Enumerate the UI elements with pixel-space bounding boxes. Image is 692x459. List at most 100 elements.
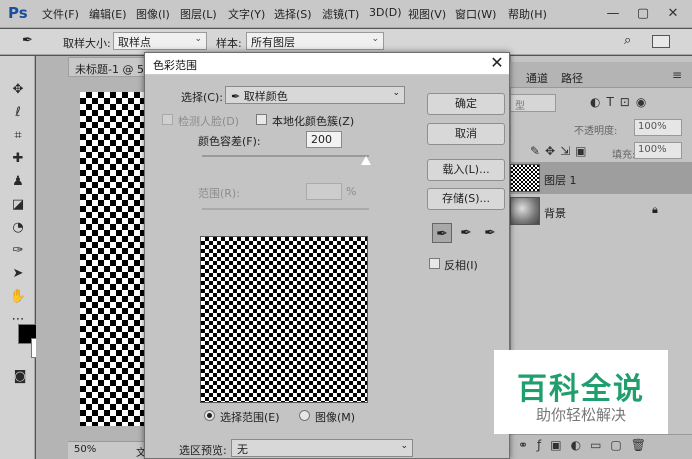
stamp-tool-icon[interactable]: ♟ (9, 173, 27, 191)
ok-button[interactable]: 确定 (427, 93, 505, 115)
sample-size-label: 取样大小: (63, 37, 111, 50)
selection-preview-image (200, 236, 368, 403)
opacity-label: 不透明度: (574, 126, 618, 137)
select-dropdown[interactable]: ✒ 取样颜色 ⌄ (225, 86, 405, 104)
layer-name: 背景 (544, 207, 566, 220)
select-value: 取样颜色 (243, 90, 288, 103)
chevron-down-icon: ⌄ (400, 441, 408, 451)
fuzziness-slider-thumb[interactable] (361, 156, 371, 165)
range-slider-track[interactable] (202, 208, 369, 210)
selection-preview-select[interactable]: 无 ⌄ (231, 439, 413, 457)
layer-kind-filter[interactable]: 型 (510, 94, 556, 112)
detect-faces-checkbox[interactable] (162, 114, 173, 125)
zoom-value: 50% (74, 444, 97, 455)
cancel-button[interactable]: 取消 (427, 123, 505, 145)
menu-type[interactable]: 文字(Y) (228, 6, 265, 22)
document-tab[interactable]: 未标题-1 @ 50 (68, 57, 152, 77)
eyedropper-minus-icon[interactable]: ✒ (480, 223, 500, 243)
layer-row-background[interactable]: 背景 🔒︎ (510, 195, 692, 227)
layer-row-layer1[interactable]: 图层 1 (510, 162, 692, 194)
fill-label: 填充: (612, 150, 636, 161)
lock-icon: 🔒︎ (652, 203, 658, 216)
range-unit: % (346, 185, 357, 198)
menu-edit[interactable]: 编辑(E) (89, 6, 127, 22)
move-tool-icon[interactable]: ✥ (9, 81, 27, 99)
fuzziness-slider-track[interactable] (202, 155, 369, 157)
chevron-down-icon: ⌄ (371, 34, 379, 44)
fuzziness-input[interactable]: 200 (306, 131, 342, 148)
menu-select[interactable]: 选择(S) (274, 6, 312, 22)
blur-tool-icon[interactable]: ◔ (9, 219, 27, 237)
localized-clusters-label: 本地化颜色簇(Z) (272, 115, 355, 128)
watermark-title: 百科全说 (517, 372, 645, 407)
close-window-button[interactable]: ✕ (658, 0, 688, 28)
chevron-down-icon: ⌄ (392, 88, 400, 98)
view-selection-label: 选择范围(E) (220, 411, 280, 424)
minimize-button[interactable]: — (598, 0, 628, 28)
view-image-label: 图像(M) (315, 411, 356, 424)
menu-image[interactable]: 图像(I) (136, 6, 170, 22)
save-button[interactable]: 存储(S)... (427, 188, 505, 210)
panel-menu-icon[interactable]: ≡ (672, 68, 682, 82)
layer-filter-icons[interactable]: ◐T⊡◉ (590, 95, 652, 109)
eyedropper-icon[interactable]: ✒ (22, 33, 42, 51)
menu-window[interactable]: 窗口(W) (455, 6, 496, 22)
dialog-titlebar (145, 53, 509, 75)
menu-layer[interactable]: 图层(L) (180, 6, 217, 22)
photoshop-logo: Ps (8, 4, 28, 22)
invert-label: 反相(I) (444, 259, 478, 272)
sample-value: 所有图层 (251, 36, 295, 49)
selection-preview-label: 选区预览: (179, 444, 227, 457)
layer-footer-icons[interactable]: ⚭ƒ▣◐▭▢🗑︎ (518, 438, 655, 452)
detect-faces-label: 检测人脸(D) (178, 115, 240, 128)
eraser-tool-icon[interactable]: ◪ (9, 196, 27, 214)
hand-tool-icon[interactable]: ✋ (9, 288, 27, 306)
sample-size-value: 取样点 (118, 36, 151, 49)
invert-checkbox[interactable] (429, 258, 440, 269)
radio-dot-icon (207, 413, 212, 418)
document-canvas[interactable] (80, 92, 152, 426)
workspace-icon[interactable] (652, 35, 670, 48)
zoom-level: 50% 文 (68, 441, 152, 459)
color-range-dialog: 色彩范围 ✕ 选择(C): ✒ 取样颜色 ⌄ 检测人脸(D) 本地化颜色簇(Z) … (144, 52, 510, 459)
layer-thumbnail (510, 164, 540, 192)
range-label: 范围(R): (198, 187, 240, 200)
healing-brush-icon[interactable]: ✚ (9, 150, 27, 168)
opacity-field[interactable]: 100% (634, 119, 682, 136)
tab-channels[interactable]: 通道 (526, 70, 548, 86)
selection-preview-value: 无 (237, 443, 248, 456)
view-selection-radio[interactable] (204, 410, 215, 421)
menu-file[interactable]: 文件(F) (42, 6, 79, 22)
menu-view[interactable]: 视图(V) (408, 6, 446, 22)
menu-filter[interactable]: 滤镜(T) (322, 6, 359, 22)
watermark-subtitle: 助你轻松解决 (535, 406, 626, 424)
dialog-title: 色彩范围 (153, 59, 197, 72)
pen-tool-icon[interactable]: ✑ (9, 242, 27, 260)
search-icon[interactable]: ⌕ (624, 33, 640, 49)
restore-button[interactable]: ▢ (628, 0, 658, 28)
path-select-icon[interactable]: ➤ (9, 265, 27, 283)
close-icon[interactable]: ✕ (487, 54, 507, 74)
fill-field[interactable]: 100% (634, 142, 682, 159)
quick-mask-icon[interactable]: ◙ (11, 368, 29, 386)
sample-size-select[interactable]: 取样点 ⌄ (113, 32, 207, 50)
crop-tool-icon[interactable]: ⌗ (9, 127, 27, 145)
lock-icons[interactable]: ✎✥⇲▣ (530, 144, 592, 158)
layer-thumbnail (510, 197, 540, 225)
eyedropper-icon[interactable]: ✒ (432, 223, 452, 243)
lasso-tool-icon[interactable]: ℓ (9, 104, 27, 122)
eyedropper-plus-icon[interactable]: ✒ (456, 223, 476, 243)
tab-paths[interactable]: 路径 (561, 70, 583, 86)
sample-select[interactable]: 所有图层 ⌄ (246, 32, 384, 50)
select-label: 选择(C): (181, 91, 223, 104)
chevron-down-icon: ⌄ (194, 34, 202, 44)
watermark-logo: 百科全说 助你轻松解决 (494, 350, 668, 434)
fuzziness-label: 颜色容差(F): (198, 135, 261, 148)
localized-clusters-checkbox[interactable] (256, 114, 267, 125)
sample-label: 样本: (216, 37, 242, 50)
view-image-radio[interactable] (299, 410, 310, 421)
load-button[interactable]: 载入(L)... (427, 159, 505, 181)
menu-3d[interactable]: 3D(D) (369, 6, 402, 19)
menu-help[interactable]: 帮助(H) (508, 6, 547, 22)
range-input[interactable] (306, 183, 342, 200)
